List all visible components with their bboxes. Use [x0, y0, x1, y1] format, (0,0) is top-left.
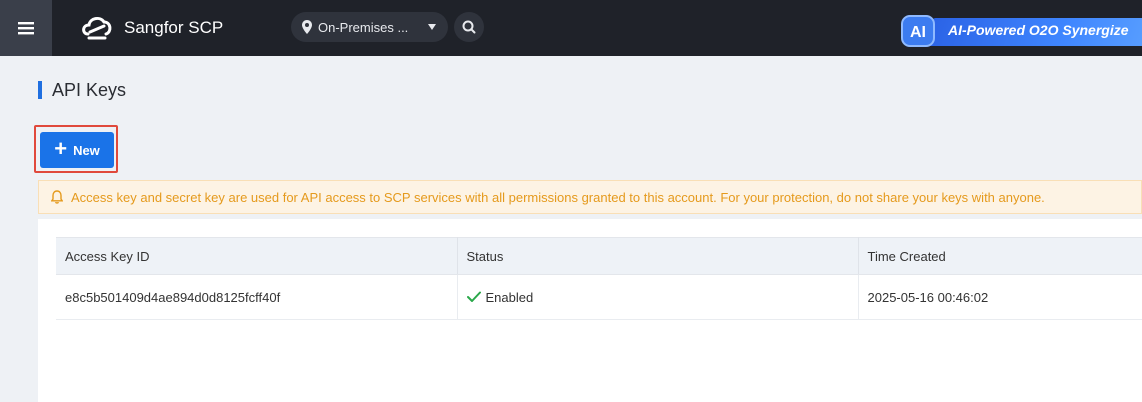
new-button[interactable]: + New — [40, 132, 114, 168]
time-created-cell: 2025-05-16 00:46:02 — [858, 274, 1142, 320]
brand-name: Sangfor SCP — [124, 18, 224, 37]
ai-promo-banner[interactable]: AI AI-Powered O2O Synergize — [898, 12, 1142, 50]
title-accent-bar — [38, 81, 42, 99]
table-header-row: Access Key ID Status Time Created — [56, 237, 1142, 275]
bell-icon — [51, 190, 63, 204]
brand[interactable]: Sangfor SCP — [80, 12, 223, 44]
search-icon — [462, 20, 476, 34]
new-button-label: New — [73, 142, 100, 158]
menu-button[interactable] — [0, 0, 52, 56]
status-text: Enabled — [485, 289, 534, 305]
region-label: On-Premises ... — [318, 19, 409, 35]
search-button[interactable] — [454, 12, 484, 42]
notice-text: Access key and secret key are used for A… — [71, 189, 1045, 205]
content-panel: Access Key ID Status Time Created e8c5b5… — [38, 219, 1142, 402]
ai-badge-text: AI — [910, 24, 926, 41]
column-header-time-created[interactable]: Time Created — [858, 237, 1142, 275]
plus-icon: + — [54, 136, 68, 161]
ai-badge-icon: AI — [901, 15, 935, 47]
status-cell: Enabled — [457, 274, 859, 320]
location-pin-icon — [302, 20, 312, 34]
table-row[interactable]: e8c5b501409d4ae894d0d8125fcff40f Enabled… — [56, 274, 1142, 320]
api-keys-table: Access Key ID Status Time Created e8c5b5… — [56, 237, 1142, 320]
region-selector[interactable]: On-Premises ... — [291, 12, 448, 42]
cloud-logo-icon — [82, 16, 112, 40]
top-bar: Sangfor SCP On-Premises ... AI AI-Powere… — [0, 0, 1142, 56]
column-header-access-key-id[interactable]: Access Key ID — [56, 237, 458, 275]
column-header-status[interactable]: Status — [457, 237, 859, 275]
chevron-down-icon — [428, 24, 436, 30]
menu-icon — [18, 22, 34, 35]
page-title: API Keys — [38, 80, 126, 100]
notice-banner: Access key and secret key are used for A… — [38, 180, 1142, 214]
page-title-text: API Keys — [52, 79, 127, 100]
ai-banner-text: AI-Powered O2O Synergize — [948, 22, 1129, 38]
access-key-id-cell: e8c5b501409d4ae894d0d8125fcff40f — [56, 274, 458, 320]
check-icon — [466, 291, 481, 302]
